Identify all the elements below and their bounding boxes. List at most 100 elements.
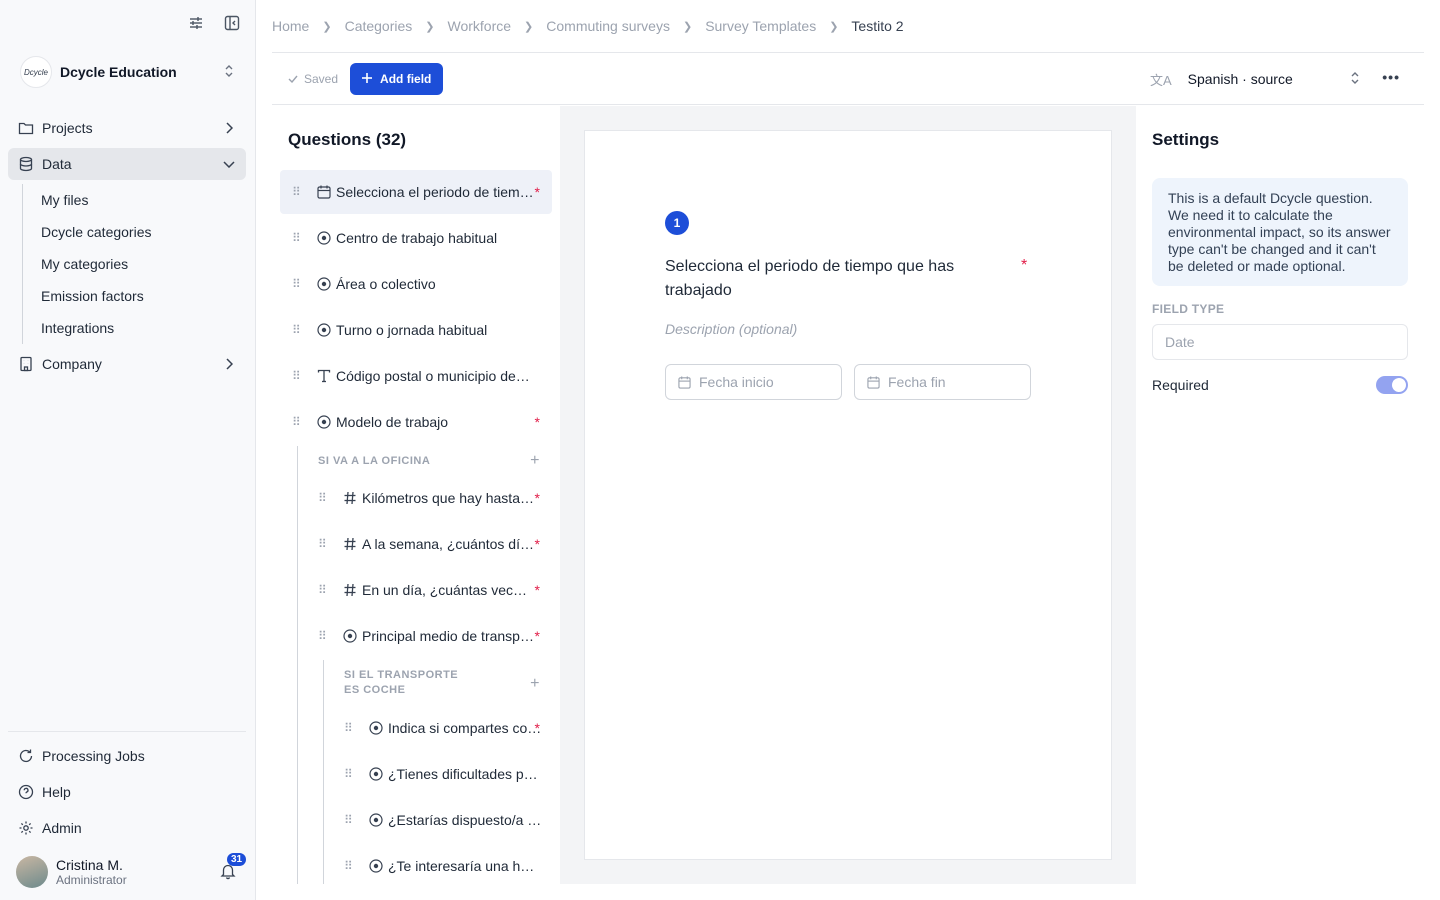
question-label: Modelo de trabajo xyxy=(336,414,449,430)
nav-label: Data xyxy=(42,156,72,172)
user-menu[interactable]: Cristina M. Administrator 31 xyxy=(16,853,247,890)
drag-handle-icon[interactable]: ⠿ xyxy=(344,813,356,827)
saved-status: Saved xyxy=(288,72,338,86)
condition-group-title: SI VA A LA OFICINA xyxy=(318,455,431,467)
org-switcher[interactable]: Dcycle Dcycle Education xyxy=(20,56,235,88)
subnav-emission-factors[interactable]: Emission factors xyxy=(41,280,246,312)
drag-handle-icon[interactable]: ⠿ xyxy=(344,721,356,735)
question-label: Indica si compartes coche xyxy=(388,720,542,736)
required-toggle[interactable] xyxy=(1376,376,1408,394)
chevron-right-icon: ❯ xyxy=(829,20,839,33)
radio-icon xyxy=(316,230,332,246)
question-preview-card[interactable]: 1 Selecciona el periodo de tiempo que ha… xyxy=(584,130,1112,860)
question-item[interactable]: ⠿ Indica si compartes coche * xyxy=(332,706,552,750)
nav-label: Projects xyxy=(42,120,93,136)
question-label: En un día, ¿cuántas veces haces el traye… xyxy=(362,582,534,598)
sidebar-bottom-nav: Processing Jobs Help Admin xyxy=(8,731,246,848)
collapse-sidebar-icon[interactable] xyxy=(223,14,241,32)
gear-icon xyxy=(18,820,34,836)
folder-icon xyxy=(18,120,34,136)
add-to-group-icon[interactable]: + xyxy=(530,452,540,470)
subnav-integrations[interactable]: Integrations xyxy=(41,312,246,344)
breadcrumb-commuting-surveys[interactable]: Commuting surveys xyxy=(546,18,670,34)
drag-handle-icon[interactable]: ⠿ xyxy=(318,629,330,643)
language-select[interactable]: 文A Spanish · source xyxy=(1150,63,1360,95)
radio-icon xyxy=(316,414,332,430)
end-date-field[interactable]: Fecha fin xyxy=(854,364,1031,400)
required-mark: * xyxy=(534,582,540,598)
radio-icon xyxy=(316,276,332,292)
drag-handle-icon[interactable]: ⠿ xyxy=(292,185,304,199)
question-item[interactable]: ⠿ Modelo de trabajo * xyxy=(280,400,552,444)
start-date-field[interactable]: Fecha inicio xyxy=(665,364,842,400)
required-mark: * xyxy=(1021,257,1028,274)
nav-item-data[interactable]: Data xyxy=(8,148,246,180)
question-item[interactable]: ⠿ Principal medio de transporte * xyxy=(306,614,552,658)
question-item[interactable]: ⠿ ¿Te interesaría una herramienta para c… xyxy=(332,844,552,884)
breadcrumb-home[interactable]: Home xyxy=(272,18,309,34)
calendar-icon xyxy=(316,184,332,200)
required-mark: * xyxy=(534,184,540,200)
nav-item-company[interactable]: Company xyxy=(8,348,246,380)
data-subnav: My files Dcycle categories My categories… xyxy=(22,184,246,344)
drag-handle-icon[interactable]: ⠿ xyxy=(292,369,304,383)
add-field-button[interactable]: Add field xyxy=(350,62,444,95)
nav-label: Company xyxy=(42,356,102,372)
hash-icon xyxy=(342,582,358,598)
user-info: Cristina M. Administrator xyxy=(56,857,219,887)
settings-title: Settings xyxy=(1152,130,1220,149)
description-input[interactable]: Description (optional) xyxy=(665,321,797,337)
question-item[interactable]: ⠿ Código postal o municipio desde el que… xyxy=(280,354,552,398)
drag-handle-icon[interactable]: ⠿ xyxy=(292,277,304,291)
required-mark: * xyxy=(534,490,540,506)
subnav-dcycle-categories[interactable]: Dcycle categories xyxy=(41,216,246,248)
drag-handle-icon[interactable]: ⠿ xyxy=(292,415,304,429)
translate-icon: 文A xyxy=(1150,72,1172,88)
notifications-button[interactable]: 31 xyxy=(219,853,247,882)
required-label: Required xyxy=(1152,377,1209,393)
radio-icon xyxy=(368,720,384,736)
question-label: ¿Te interesaría una herramienta para com… xyxy=(388,858,542,874)
chevron-down-icon xyxy=(222,160,236,168)
question-title-input[interactable]: Selecciona el periodo de tiempo que has … xyxy=(665,255,1005,303)
nav-item-processing-jobs[interactable]: Processing Jobs xyxy=(8,740,246,772)
question-item[interactable]: ⠿ Área o colectivo xyxy=(280,262,552,306)
drag-handle-icon[interactable]: ⠿ xyxy=(292,231,304,245)
nav-item-help[interactable]: Help xyxy=(8,776,246,808)
settings-panel: Settings This is a default Dcycle questi… xyxy=(1136,106,1424,884)
field-type-value: Date xyxy=(1165,334,1195,350)
question-item[interactable]: ⠿ Kilómetros que hay hasta tu centro de … xyxy=(306,476,552,520)
question-item[interactable]: ⠿ Selecciona el periodo de tiempo que ha… xyxy=(280,170,552,214)
subnav-my-categories[interactable]: My categories xyxy=(41,248,246,280)
drag-handle-icon[interactable]: ⠿ xyxy=(318,491,330,505)
subnav-my-files[interactable]: My files xyxy=(41,184,246,216)
drag-handle-icon[interactable]: ⠿ xyxy=(344,767,356,781)
chevron-right-icon: ❯ xyxy=(425,20,435,33)
question-item[interactable]: ⠿ A la semana, ¿cuántos días vas a la of… xyxy=(306,522,552,566)
drag-handle-icon[interactable]: ⠿ xyxy=(318,537,330,551)
chevron-right-icon xyxy=(222,122,236,134)
breadcrumb-categories[interactable]: Categories xyxy=(345,18,413,34)
question-label: A la semana, ¿cuántos días vas a la ofic… xyxy=(362,536,534,552)
drag-handle-icon[interactable]: ⠿ xyxy=(318,583,330,597)
question-item[interactable]: ⠿ Centro de trabajo habitual xyxy=(280,216,552,260)
breadcrumb-survey-templates[interactable]: Survey Templates xyxy=(705,18,816,34)
question-item[interactable]: ⠿ ¿Estarías dispuesto/a a compartir coch… xyxy=(332,798,552,842)
toggle-knob xyxy=(1392,378,1406,392)
nav-item-projects[interactable]: Projects xyxy=(8,112,246,144)
add-to-group-icon[interactable]: + xyxy=(530,675,540,691)
field-type-label: FIELD TYPE xyxy=(1152,302,1225,316)
chevrons-updown-icon xyxy=(223,64,235,81)
sliders-icon[interactable] xyxy=(187,14,205,32)
more-options-icon[interactable]: ••• xyxy=(1382,69,1400,85)
drag-handle-icon[interactable]: ⠿ xyxy=(344,859,356,873)
drag-handle-icon[interactable]: ⠿ xyxy=(292,323,304,337)
question-item[interactable]: ⠿ Turno o jornada habitual xyxy=(280,308,552,352)
question-item[interactable]: ⠿ En un día, ¿cuántas veces haces el tra… xyxy=(306,568,552,612)
nav-item-admin[interactable]: Admin xyxy=(8,812,246,844)
avatar xyxy=(16,856,48,888)
question-item[interactable]: ⠿ ¿Tienes dificultades para aparcar? xyxy=(332,752,552,796)
nav-label: Processing Jobs xyxy=(42,748,145,764)
chevrons-updown-icon xyxy=(1350,71,1360,88)
breadcrumb-workforce[interactable]: Workforce xyxy=(448,18,512,34)
